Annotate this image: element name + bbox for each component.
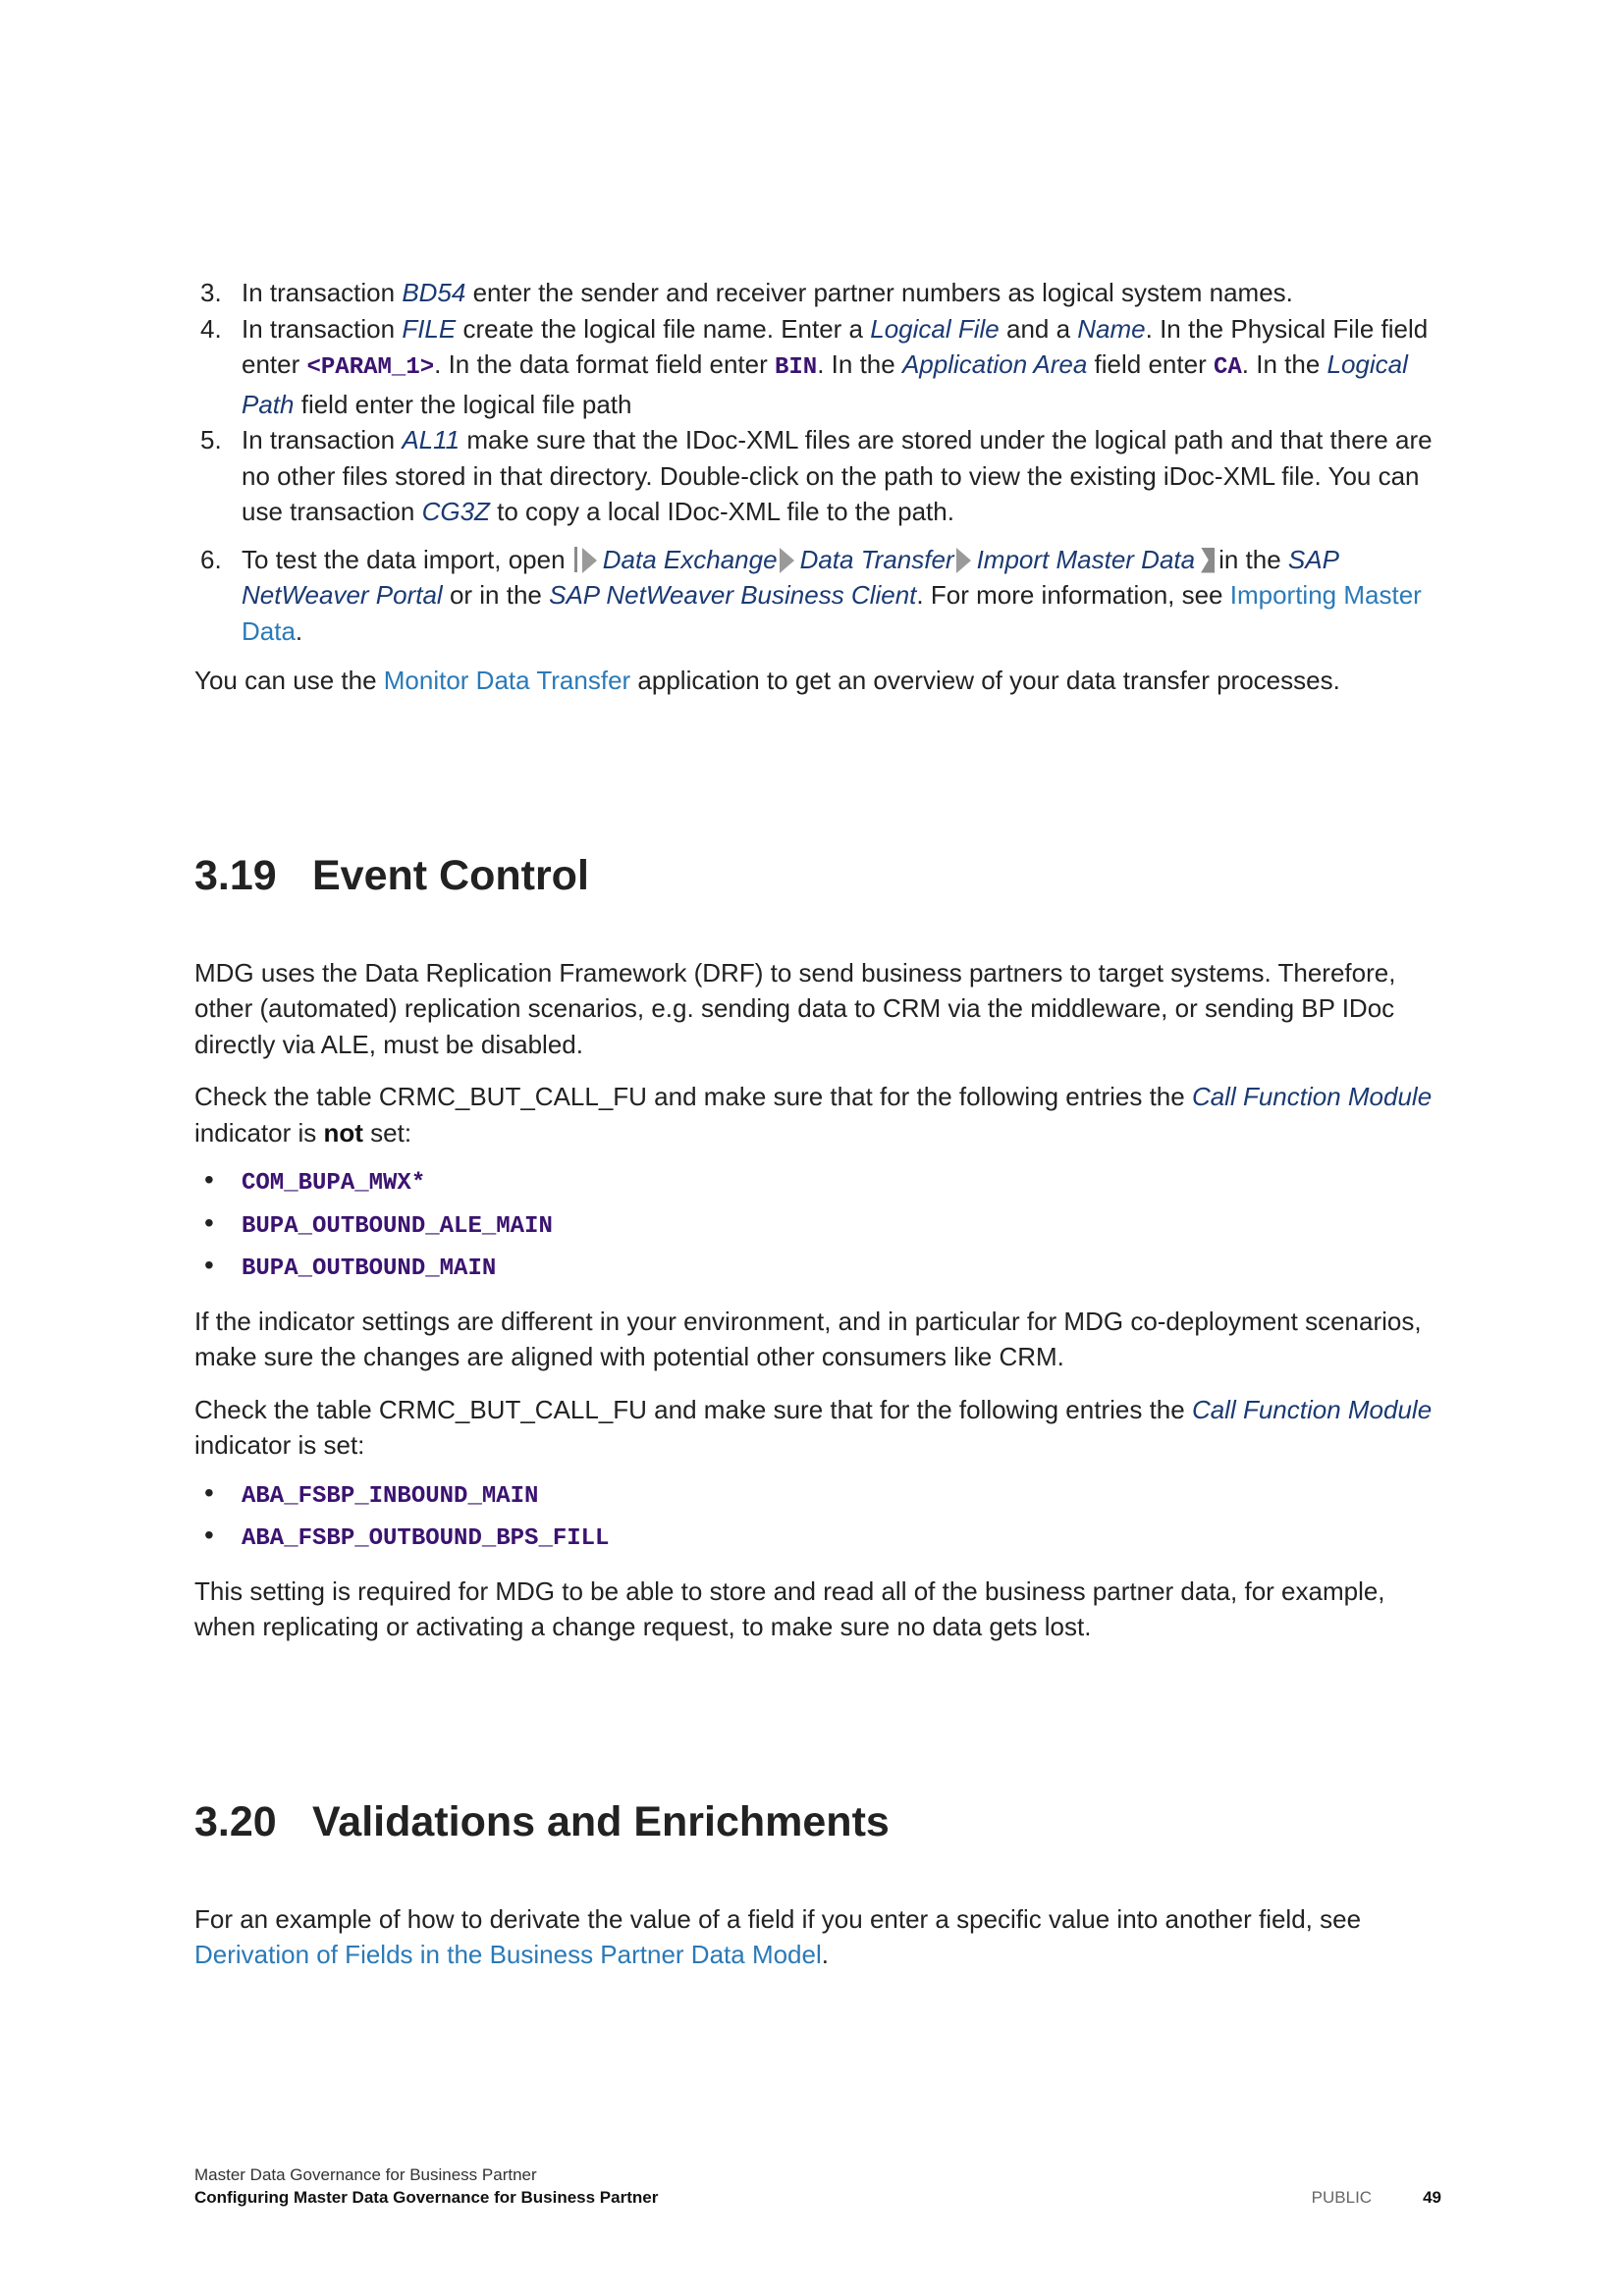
entry-code: BUPA_OUTBOUND_MAIN [242,1255,497,1282]
step-item: 4. In transaction FILE create the logical… [194,311,1441,423]
text: enter the sender and receiver partner nu… [465,278,1293,307]
entry-code: ABA_FSBP_OUTBOUND_BPS_FILL [242,1525,610,1552]
text: In transaction [242,313,403,344]
text: In transaction [242,425,403,454]
text: . In the [817,349,902,379]
disabled-entries-list: COM_BUPA_MWX* BUPA_OUTBOUND_ALE_MAIN BUPA_… [194,1162,1441,1295]
event-control-intro: MDG uses the Data Replication Framework … [194,957,1396,1059]
text: Check the table CRMC_BUT_CALL_FU and mak… [194,1394,1192,1424]
field-name: Call Function Module [1191,1082,1433,1111]
ui-term: Application Area [901,349,1088,379]
classification-label: PUBLIC [1311,2188,1373,2207]
text: . In the [1241,349,1327,379]
entry-code: ABA_FSBP_INBOUND_MAIN [242,1482,539,1510]
text: . For more information, see [916,580,1230,610]
path-arrow-icon [581,547,597,573]
text: Check the table CRMC_BUT_CALL_FU and mak… [194,1082,1192,1111]
step-number: 6. [200,544,222,574]
section-title: Event Control [312,851,589,899]
section-number: 3.20 [194,1797,277,1845]
step-item: 5. In transaction AL11 make sure that the… [194,422,1441,530]
list-item: BUPA_OUTBOUND_MAIN [194,1248,1441,1295]
text: In transaction [242,278,403,307]
text: application to get an overview of your d… [630,666,1340,695]
ui-term: Data Transfer [799,544,954,574]
footer-right: PUBLIC 49 [1312,2186,1441,2209]
entry-code: COM_BUPA_MWX* [242,1170,426,1197]
step-number: 4. [200,313,222,344]
ui-term: Data Exchange [602,544,778,574]
check-table-paragraph-2: Check the table CRMC_BUT_CALL_FU and mak… [194,1392,1441,1464]
ui-term: SAP NetWeaver Business Client [549,580,917,610]
ui-term: FILE [402,313,457,344]
text: field enter [1087,349,1214,379]
emphasis: not [323,1117,363,1148]
list-item: ABA_FSBP_INBOUND_MAIN [194,1475,1441,1522]
text: field enter the logical file path [294,389,632,419]
procedure-steps: 3. In transaction BD54 enter the sender a… [194,275,1441,649]
path-arrow-icon [955,547,971,573]
field-name: Call Function Module [1191,1394,1433,1424]
page-number: 49 [1423,2188,1441,2207]
step-item: 6. To test the data import, open Data Exc… [194,542,1441,650]
text: For an example of how to derivate the va… [194,1903,1362,1934]
list-item: BUPA_OUTBOUND_ALE_MAIN [194,1205,1441,1253]
text: in the [1218,544,1288,574]
text: You can use the [194,666,384,695]
step-number: 5. [200,425,222,454]
text: indicator is [194,1117,324,1148]
ui-term: Import Master Data [976,544,1196,574]
list-item: ABA_FSBP_OUTBOUND_BPS_FILL [194,1518,1441,1565]
code-value: <PARAM_1> [306,354,435,381]
text: to copy a local IDoc-XML file to the pat… [489,497,954,526]
check-table-paragraph-1: Check the table CRMC_BUT_CALL_FU and mak… [194,1079,1441,1150]
path-end-icon [1201,547,1216,573]
ui-term: Name [1077,313,1146,344]
monitor-paragraph: You can use the Monitor Data Transfer ap… [194,663,1441,699]
text: . [295,615,303,646]
text: set: [362,1117,412,1148]
section-number: 3.19 [194,851,277,899]
text: indicator is set: [194,1430,365,1460]
text: To test the data import, open [242,544,572,574]
section-title: Validations and Enrichments [312,1797,890,1845]
section-heading-validations: 3.20 Validations and Enrichments [194,1797,1441,1846]
code-value: CA [1213,354,1242,381]
indicator-settings-paragraph: If the indicator settings are different … [194,1306,1422,1372]
path-arrow-icon [779,547,794,573]
derivation-paragraph: For an example of how to derivate the va… [194,1901,1441,1973]
page-content: 3. In transaction BD54 enter the sender a… [194,275,1441,1973]
text: . In the data format field enter [434,349,775,379]
ui-term: CG3Z [421,497,490,526]
path-start-icon [573,546,577,572]
text: or in the [442,580,550,610]
footer-document-title: Master Data Governance for Business Part… [194,2165,537,2184]
entry-code: BUPA_OUTBOUND_ALE_MAIN [242,1212,553,1240]
code-value: BIN [775,354,818,381]
text: . [821,1940,829,1969]
text: create the logical file name. Enter a [456,313,871,344]
list-item: COM_BUPA_MWX* [194,1162,1441,1209]
enabled-entries-list: ABA_FSBP_INBOUND_MAIN ABA_FSBP_OUTBOUND_B… [194,1475,1441,1565]
footer-chapter-title: Configuring Master Data Governance for B… [194,2188,659,2207]
ui-term: Logical File [870,313,1000,344]
text: and a [999,313,1078,344]
step-number: 3. [200,278,222,307]
ui-term: AL11 [402,425,460,454]
setting-required-paragraph: This setting is required for MDG to be a… [194,1575,1385,1642]
monitor-data-transfer-link[interactable]: Monitor Data Transfer [384,666,630,695]
step-item: 3. In transaction BD54 enter the sender a… [194,275,1441,311]
page-footer: Master Data Governance for Business Part… [194,2163,1441,2209]
ui-term: BD54 [402,278,466,307]
derivation-of-fields-link[interactable]: Derivation of Fields in the Business Par… [194,1940,822,1969]
section-heading-event-control: 3.19 Event Control [194,851,1441,900]
